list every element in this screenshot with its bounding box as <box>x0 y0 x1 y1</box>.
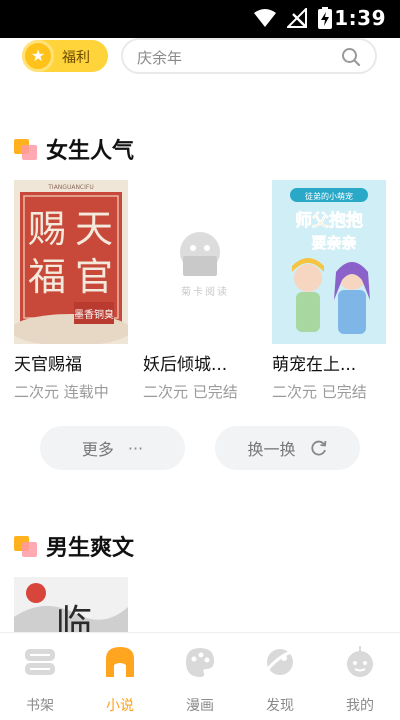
wifi-icon <box>254 9 276 27</box>
nav-item-novel[interactable]: 小说 <box>80 633 160 720</box>
search-input[interactable]: 庆余年 <box>121 38 377 74</box>
star-coin-icon: ★ <box>22 40 54 72</box>
search-placeholder: 庆余年 <box>137 49 183 67</box>
book-cover[interactable]: 徒弟的小萌宠 师父抱抱 要亲亲 <box>272 180 386 344</box>
nav-label: 书架 <box>26 698 54 714</box>
status-bar: 1:39 <box>0 0 400 38</box>
svg-text:福: 福 <box>28 255 66 299</box>
book-meta: 二次元 已完结 <box>143 383 238 401</box>
clock: 1:39 <box>334 6 386 30</box>
nav-item-bookshelf[interactable]: 书架 <box>0 633 80 720</box>
svg-text:天: 天 <box>75 207 113 251</box>
book-cover[interactable]: 临 <box>14 577 128 632</box>
more-label: 更多 <box>81 440 114 459</box>
refresh-label: 换一换 <box>247 440 296 459</box>
welfare-button[interactable]: ★ 福利 <box>22 40 108 72</box>
nav-label: 漫画 <box>186 698 214 714</box>
svg-text:菊: 菊 <box>181 286 191 298</box>
more-button[interactable]: 更多 ··· <box>40 426 185 470</box>
section-title-male: 男生爽文 <box>14 531 134 561</box>
book-card[interactable]: 徒弟的小萌宠 师父抱抱 要亲亲 萌宠在上... 二次元 已完结 <box>272 180 386 402</box>
svg-text:赐: 赐 <box>28 207 66 251</box>
book-title[interactable]: 天官赐福 <box>14 350 128 375</box>
book-card[interactable]: 赐 天 福 官 墨香铜臭 TIANGUANCIFU 天官赐福 二次元 连载中 <box>14 180 128 402</box>
search-icon[interactable] <box>341 47 361 67</box>
section-mark-icon <box>14 534 42 558</box>
book-cover[interactable]: 赐 天 福 官 墨香铜臭 TIANGUANCIFU <box>14 180 128 344</box>
profile-icon <box>347 646 373 677</box>
comic-icon <box>186 648 214 677</box>
svg-text:TIANGUANCIFU: TIANGUANCIFU <box>47 184 93 191</box>
welfare-label: 福利 <box>62 50 90 66</box>
svg-text:师父抱抱: 师父抱抱 <box>295 210 363 231</box>
novel-icon <box>106 647 134 677</box>
cover-art-tianguan: 赐 天 福 官 墨香铜臭 TIANGUANCIFU <box>14 180 128 344</box>
svg-text:官: 官 <box>75 255 113 299</box>
book-title[interactable]: 萌宠在上... <box>272 350 386 375</box>
section-mark-icon <box>14 137 42 161</box>
nav-item-profile[interactable]: 我的 <box>320 633 400 720</box>
section-heading: 男生爽文 <box>46 536 135 561</box>
book-cover[interactable]: 菊 卡 阅 读 <box>143 180 257 344</box>
book-card[interactable]: 临 <box>14 577 128 632</box>
nav-label: 小说 <box>106 698 134 714</box>
section-title-female: 女生人气 <box>14 134 134 164</box>
refresh-button[interactable]: 换一换 <box>215 426 360 470</box>
svg-text:阅: 阅 <box>205 285 215 298</box>
svg-text:临: 临 <box>56 603 92 632</box>
bottom-navigation: 书架 小说 漫画 发现 我的 <box>0 632 400 720</box>
refresh-icon <box>310 440 326 456</box>
book-meta: 二次元 已完结 <box>272 383 367 401</box>
svg-text:要亲亲: 要亲亲 <box>311 234 356 252</box>
cover-art-mengchong: 徒弟的小萌宠 师父抱抱 要亲亲 <box>272 180 386 344</box>
book-card[interactable]: 菊 卡 阅 读 妖后倾城... 二次元 已完结 <box>143 180 257 402</box>
svg-text:卡: 卡 <box>193 285 203 298</box>
bookshelf-icon <box>25 649 55 675</box>
battery-charging-icon <box>318 7 332 29</box>
svg-text:墨香铜臭: 墨香铜臭 <box>74 308 114 321</box>
svg-text:读: 读 <box>217 285 227 298</box>
book-meta: 二次元 连载中 <box>14 383 109 401</box>
no-signal-icon <box>287 8 307 28</box>
discover-icon <box>266 649 295 675</box>
nav-item-comic[interactable]: 漫画 <box>160 633 240 720</box>
book-title[interactable]: 妖后倾城... <box>143 350 257 375</box>
svg-text:徒弟的小萌宠: 徒弟的小萌宠 <box>305 191 353 201</box>
cover-art-lin: 临 <box>14 577 128 632</box>
nav-label: 发现 <box>266 698 294 714</box>
section-heading: 女生人气 <box>46 139 135 164</box>
top-header: ★ 福利 庆余年 <box>0 38 400 78</box>
ellipsis-icon: ··· <box>127 438 144 458</box>
nav-label: 我的 <box>346 698 374 714</box>
nav-item-discover[interactable]: 发现 <box>240 633 320 720</box>
placeholder-cover-icon: 菊 卡 阅 读 <box>180 232 227 298</box>
